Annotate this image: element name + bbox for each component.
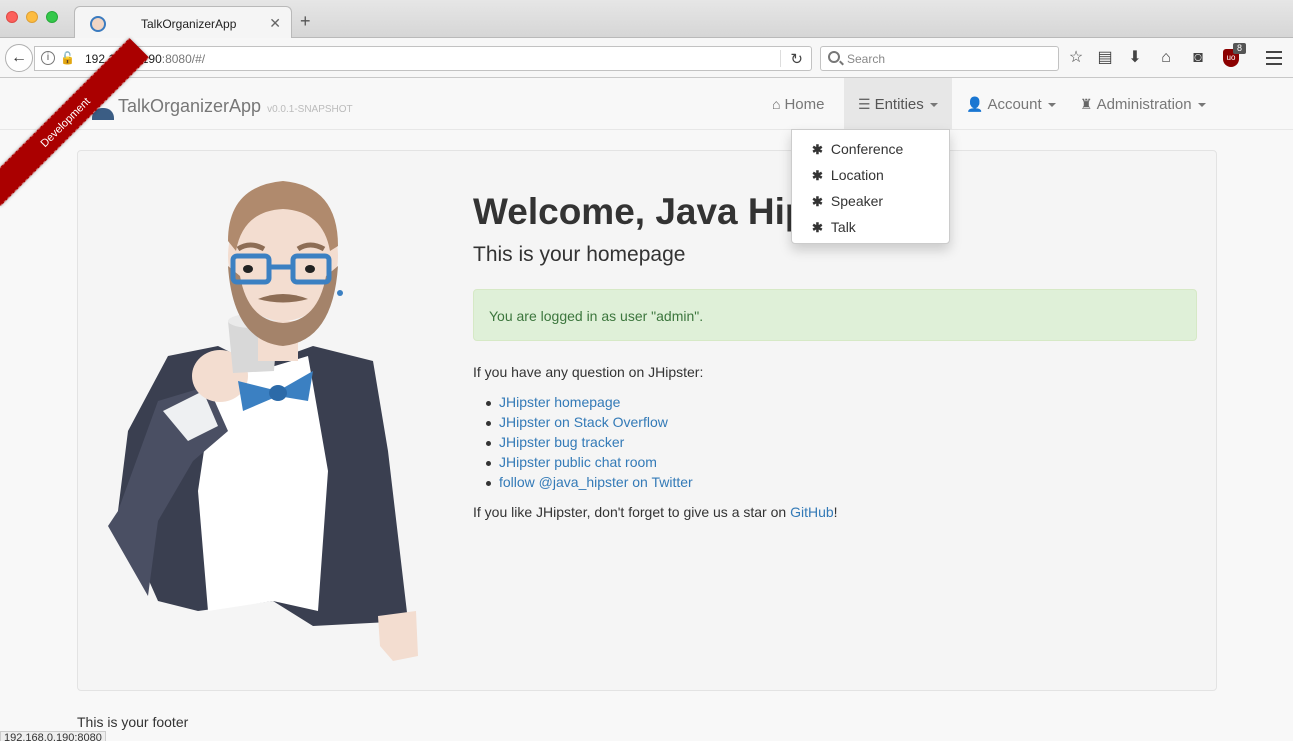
menu-item-conference[interactable]: ✱ Conference [812,141,903,158]
nav-account[interactable]: 👤 Account [952,78,1070,129]
search-icon [828,51,840,63]
insecure-lock-icon[interactable]: 🔓 [60,51,75,65]
minimize-window-button[interactable] [26,11,38,23]
home-icon[interactable]: ⌂ [1157,49,1175,67]
favicon-icon [90,16,106,32]
info-icon[interactable]: i [41,51,55,65]
link-jhipster-homepage[interactable]: JHipster homepage [486,394,693,414]
tab-close-icon[interactable]: ✕ [269,15,281,32]
back-button[interactable]: ← [5,44,33,72]
close-window-button[interactable] [6,11,18,23]
reading-list-icon[interactable]: ▤ [1096,49,1114,67]
asterisk-icon: ✱ [812,194,823,209]
status-bar-url: 192.168.0.190:8080 [0,731,106,741]
link-bug-tracker[interactable]: JHipster bug tracker [486,434,693,454]
jhipster-links-list: JHipster homepage JHipster on Stack Over… [486,394,693,494]
login-status-alert: You are logged in as user "admin". [473,289,1197,341]
menu-item-talk[interactable]: ✱ Talk [812,219,856,236]
hipster-illustration [108,181,418,661]
url-divider [780,50,781,67]
nav-administration[interactable]: ♜ Administration [1066,78,1220,129]
home-icon: ⌂ [772,96,781,112]
menu-item-location[interactable]: ✱ Location [812,167,884,184]
caret-down-icon [1047,103,1056,108]
pocket-icon[interactable]: ◙ [1189,49,1207,67]
nav-home[interactable]: ⌂ Home [758,78,838,129]
tower-icon: ♜ [1080,96,1093,112]
reload-icon[interactable]: ↻ [790,50,803,68]
caret-down-icon [1197,103,1206,108]
version-label: v0.0.1-SNAPSHOT [267,104,353,115]
home-well: Welcome, Java Hip This is your homepage … [77,150,1217,691]
maximize-window-button[interactable] [46,11,58,23]
asterisk-icon: ✱ [812,168,823,183]
asterisk-icon: ✱ [812,142,823,157]
hamburger-menu-icon[interactable] [1266,51,1282,69]
github-link[interactable]: GitHub [790,504,834,520]
menu-item-speaker[interactable]: ✱ Speaker [812,193,883,210]
ublock-count-badge: 8 [1233,43,1246,54]
link-stack-overflow[interactable]: JHipster on Stack Overflow [486,414,693,434]
new-tab-button[interactable]: + [300,12,311,30]
page-subtitle: This is your homepage [473,243,686,266]
link-chat-room[interactable]: JHipster public chat room [486,454,693,474]
url-bar[interactable]: i 🔓 192.168.0.190:8080/#/ ↻ [34,46,812,71]
github-star-text: If you like JHipster, don't forget to gi… [473,504,838,520]
footer: This is your footer [77,714,189,730]
link-twitter[interactable]: follow @java_hipster on Twitter [486,474,693,494]
caret-down-icon [929,103,938,108]
page-title: Welcome, Java Hip [473,191,808,232]
tab-title: TalkOrganizerApp [141,17,237,31]
app-navbar: TalkOrganizerApp v0.0.1-SNAPSHOT ⌂ Home ☰ E… [0,78,1293,130]
asterisk-icon: ✱ [812,220,823,235]
brand[interactable]: TalkOrganizerApp v0.0.1-SNAPSHOT [118,96,353,117]
list-icon: ☰ [858,96,871,112]
search-bar[interactable]: Search [820,46,1059,71]
user-icon: 👤 [966,96,984,112]
browser-tab[interactable]: TalkOrganizerApp ✕ [74,6,292,39]
question-text: If you have any question on JHipster: [473,364,704,380]
browser-tab-bar: TalkOrganizerApp ✕ + [0,0,1293,39]
search-placeholder: Search [847,52,886,66]
nav-entities[interactable]: ☰ Entities [844,78,952,129]
bookmark-star-icon[interactable]: ☆ [1067,49,1085,67]
download-icon[interactable]: ⬇ [1126,49,1144,67]
entities-dropdown-menu: ✱ Conference ✱ Location ✱ Speaker ✱ Talk [791,129,950,244]
browser-toolbar: ← i 🔓 192.168.0.190:8080/#/ ↻ Search ☆ ▤… [0,38,1293,78]
